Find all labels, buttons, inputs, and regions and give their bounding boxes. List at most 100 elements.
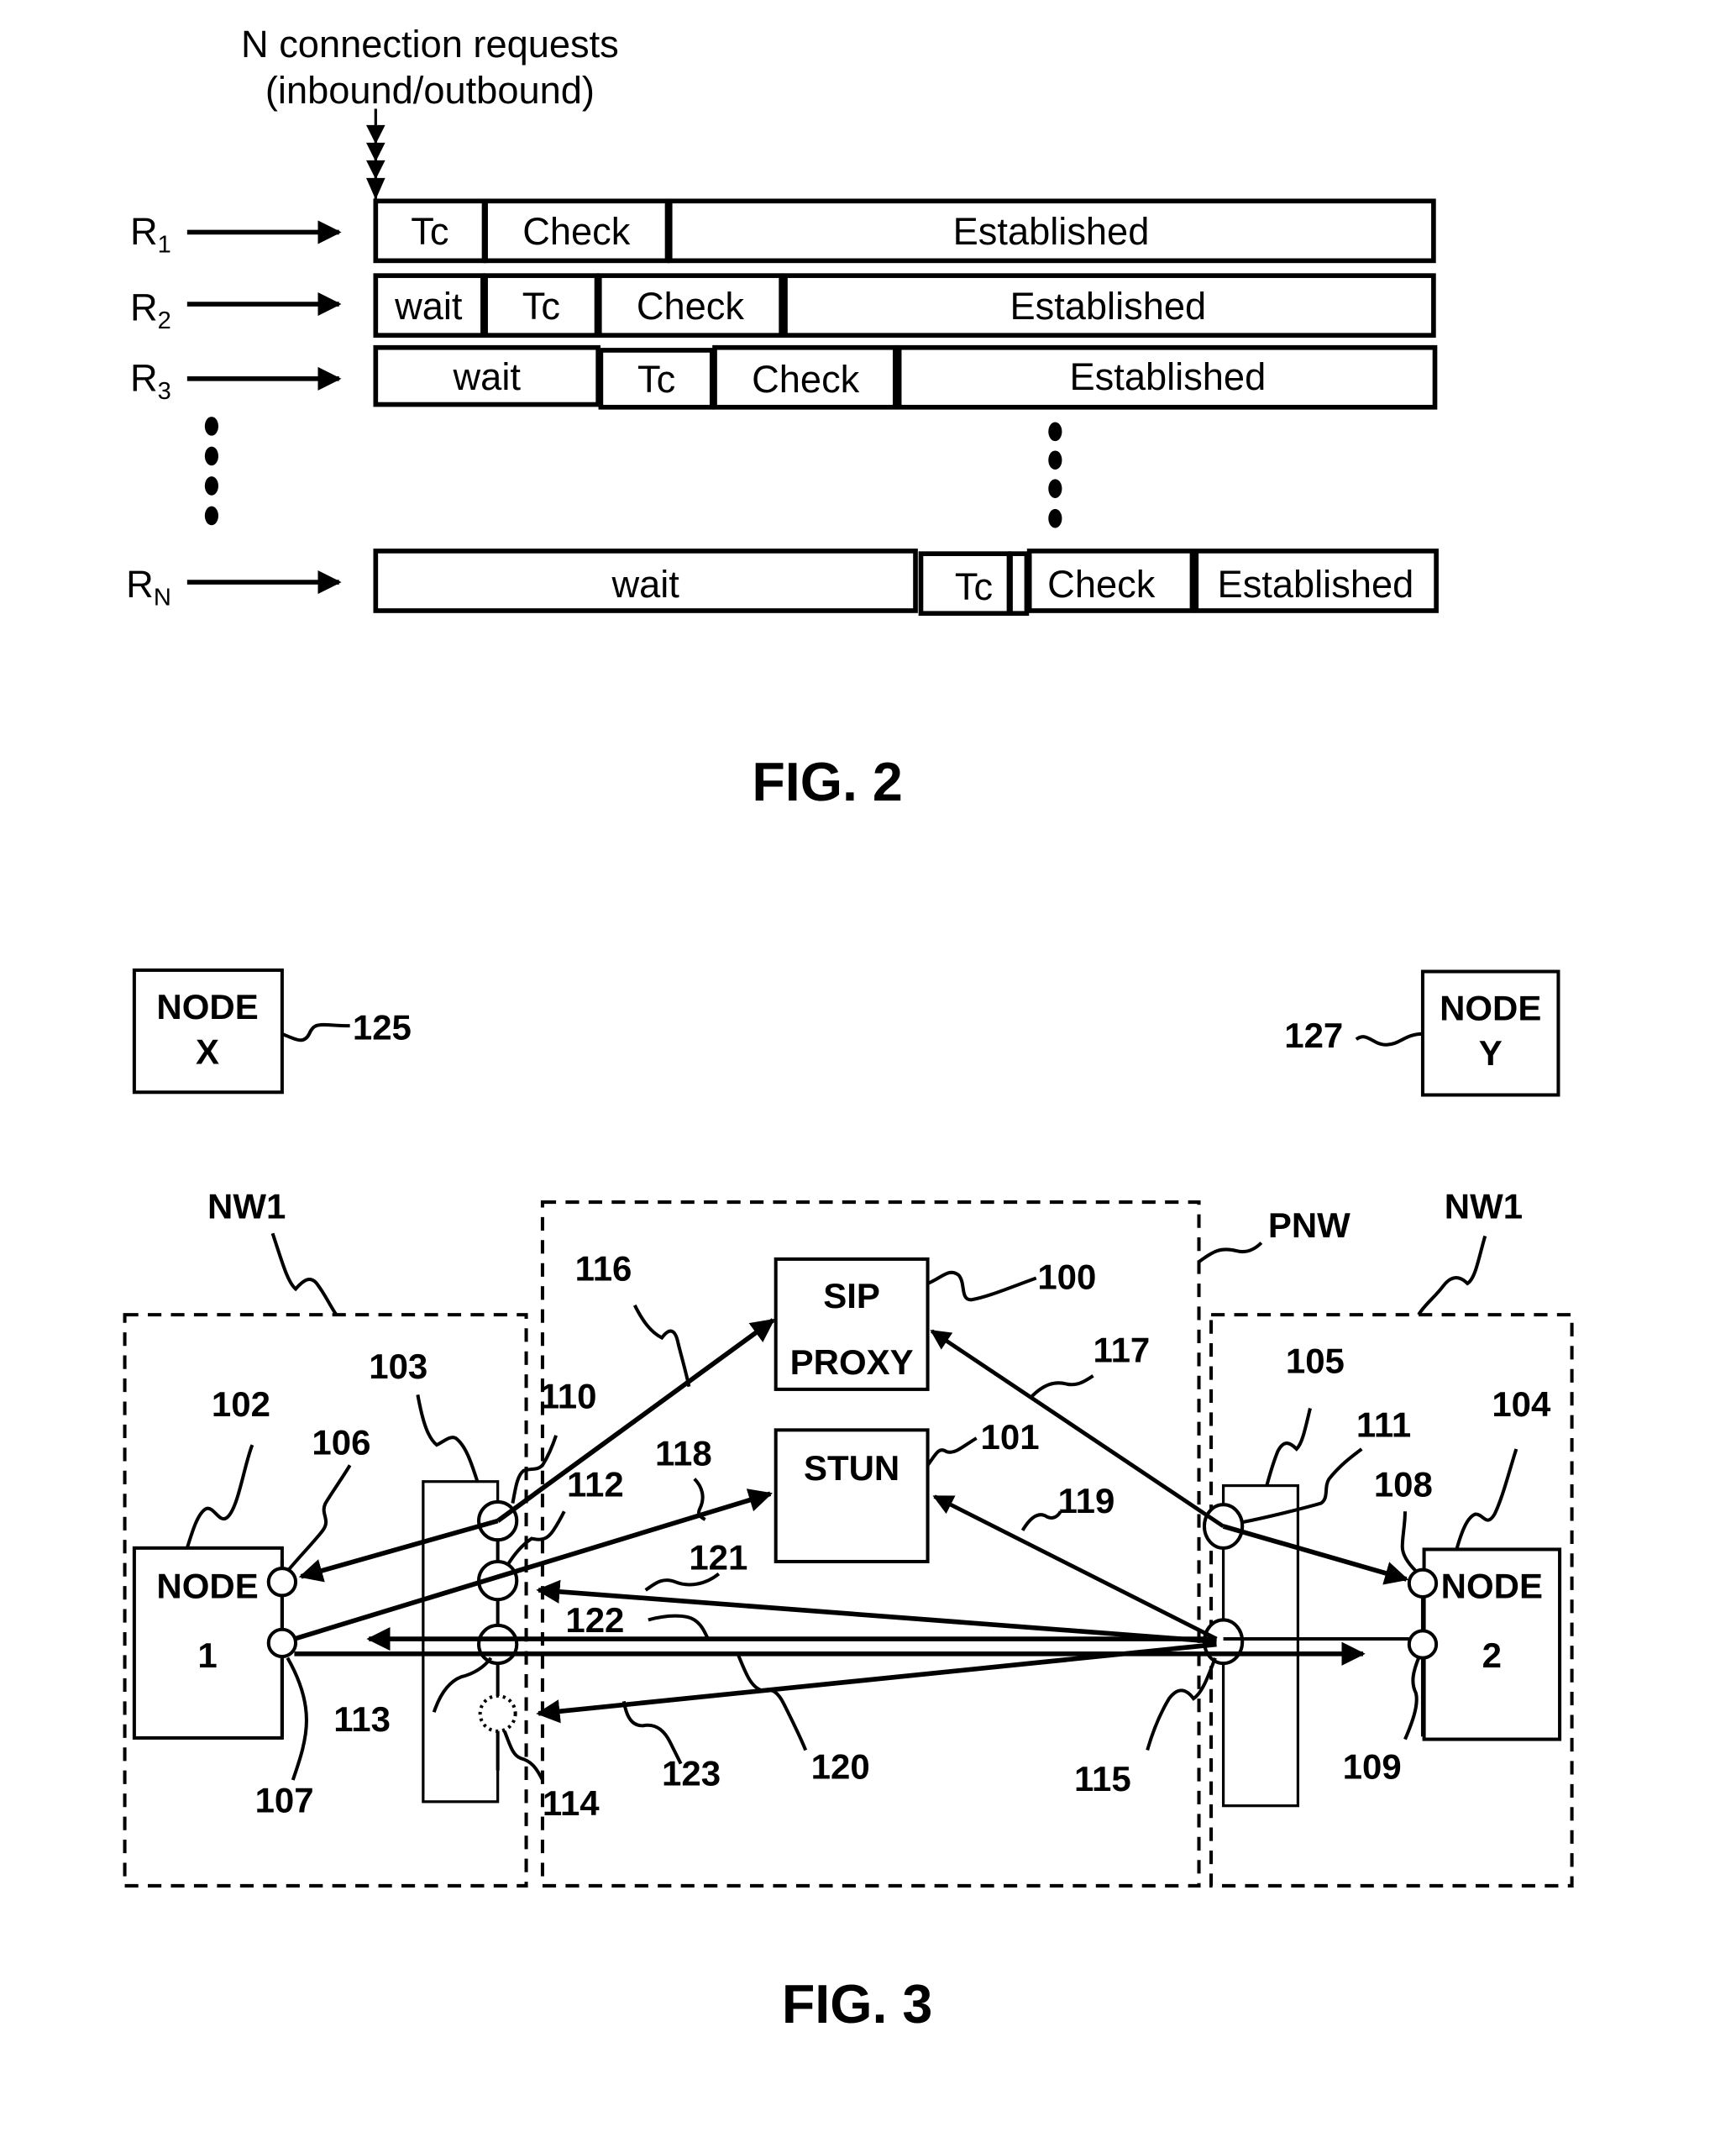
ref-leader xyxy=(1455,1448,1518,1551)
ref-115: 115 xyxy=(1074,1759,1131,1798)
ref-leader xyxy=(1265,1408,1312,1487)
ref-118: 118 xyxy=(655,1433,712,1473)
network-left-label: NW1 xyxy=(207,1186,286,1226)
fig3: NODE X 125 NODE Y 127 NW1 PNW NW1 SIP PR… xyxy=(123,968,1574,2035)
port-107 xyxy=(266,1627,298,1659)
flow-121 xyxy=(536,1579,1217,1645)
ref-leader xyxy=(1417,1235,1487,1316)
ref-101: 101 xyxy=(981,1417,1040,1457)
node-x-line2: X xyxy=(196,1032,219,1071)
ref-112: 112 xyxy=(567,1464,624,1504)
ref-108: 108 xyxy=(1374,1464,1433,1504)
ref-110: 110 xyxy=(540,1377,597,1416)
request-arrows-icon xyxy=(366,108,385,202)
ref-leader xyxy=(185,1444,254,1549)
segment-label: Established xyxy=(1010,285,1206,328)
row-r3: wait Tc Check Established xyxy=(373,344,1438,410)
ref-106: 106 xyxy=(312,1422,370,1462)
ref-leader xyxy=(270,1232,338,1316)
fig2-header-line1: N connection requests xyxy=(241,23,619,66)
fig2-caption: FIG. 2 xyxy=(752,752,902,812)
ref-leader xyxy=(286,1657,308,1781)
row-label-r1: R1 xyxy=(130,210,171,259)
fig3-caption: FIG. 3 xyxy=(782,1974,932,2035)
sip-proxy-line2: PROXY xyxy=(790,1342,914,1382)
row-rn: wait Tc Check Established xyxy=(373,549,1439,617)
port-114 xyxy=(478,1693,517,1733)
ref-102: 102 xyxy=(212,1384,270,1424)
row-label-r3: R3 xyxy=(130,356,171,405)
network-right-label: NW1 xyxy=(1445,1186,1523,1226)
ref-leader xyxy=(1355,1032,1424,1047)
row-label-r2: R2 xyxy=(130,286,171,334)
row-label-rn: RN xyxy=(126,563,171,612)
ref-leader xyxy=(926,1270,1037,1302)
segment-label: Tc xyxy=(411,210,448,253)
ellipsis-dots-icon xyxy=(204,417,1062,528)
ref-116: 116 xyxy=(575,1249,632,1289)
node2-line2: 2 xyxy=(1482,1636,1502,1675)
ref-leader xyxy=(1403,1657,1421,1741)
network-public-label: PNW xyxy=(1268,1205,1351,1245)
ref-125: 125 xyxy=(353,1007,412,1047)
ref-leader xyxy=(926,1436,978,1467)
ref-120: 120 xyxy=(811,1746,870,1786)
ref-127: 127 xyxy=(1284,1016,1343,1055)
ref-leader xyxy=(736,1653,808,1751)
node-x-line1: NODE xyxy=(156,987,258,1026)
segment-label: Check xyxy=(752,358,860,401)
ref-104: 104 xyxy=(1492,1384,1551,1424)
ref-leader xyxy=(416,1394,480,1483)
segment-label: Tc xyxy=(637,358,675,401)
ref-117: 117 xyxy=(1094,1331,1151,1370)
ref-111: 111 xyxy=(1356,1405,1411,1444)
segment-label: wait xyxy=(453,355,522,398)
ref-100: 100 xyxy=(1037,1257,1096,1296)
ref-107: 107 xyxy=(255,1781,314,1820)
segment-label: Established xyxy=(953,210,1150,253)
fig2: N connection requests (inbound/outbound)… xyxy=(126,23,1439,812)
ref-leader xyxy=(648,1614,710,1640)
port-108 xyxy=(1407,1567,1439,1599)
segment-label: wait xyxy=(394,285,463,328)
flow-116 xyxy=(496,1318,775,1523)
node-y-line2: Y xyxy=(1479,1033,1503,1073)
segment-label: Check xyxy=(522,210,631,253)
row-r1: Tc Check Established xyxy=(373,198,1436,264)
ref-leader xyxy=(632,1304,691,1388)
ref-leader xyxy=(1031,1374,1094,1398)
stun-label: STUN xyxy=(804,1448,899,1488)
row-r2: wait Tc Check Established xyxy=(373,273,1436,339)
ref-122: 122 xyxy=(565,1600,624,1640)
ref-109: 109 xyxy=(1343,1746,1402,1786)
ref-leader xyxy=(286,1464,352,1573)
ref-leader xyxy=(281,1022,350,1042)
port-106 xyxy=(266,1567,298,1598)
segment-label: Tc xyxy=(522,285,560,328)
ref-121: 121 xyxy=(689,1538,747,1578)
segment-label: Check xyxy=(637,285,745,328)
ref-119: 119 xyxy=(1058,1481,1115,1520)
fig2-header-line2: (inbound/outbound) xyxy=(265,69,595,112)
segment-gap xyxy=(1008,551,1030,617)
node1-line2: 1 xyxy=(197,1636,217,1675)
node-y-line1: NODE xyxy=(1440,989,1541,1028)
sip-proxy-line1: SIP xyxy=(823,1276,880,1315)
segment-label: Tc xyxy=(955,565,993,608)
ref-103: 103 xyxy=(369,1347,427,1386)
ref-113: 113 xyxy=(333,1699,391,1739)
segment-label: Established xyxy=(1070,355,1267,398)
ref-leader xyxy=(1400,1511,1418,1573)
ref-123: 123 xyxy=(662,1753,721,1793)
ref-leader xyxy=(502,1730,544,1781)
segment-label: Check xyxy=(1047,563,1156,606)
port-109 xyxy=(1407,1629,1439,1660)
ref-leader xyxy=(1020,1510,1062,1531)
ref-105: 105 xyxy=(1286,1342,1345,1381)
patent-figures: N connection requests (inbound/outbound)… xyxy=(123,23,1574,2035)
ref-leader xyxy=(1146,1657,1217,1751)
ref-114: 114 xyxy=(543,1783,600,1823)
port-113 xyxy=(477,1623,519,1666)
segment-label: Established xyxy=(1218,563,1414,606)
ref-leader xyxy=(1198,1242,1263,1263)
